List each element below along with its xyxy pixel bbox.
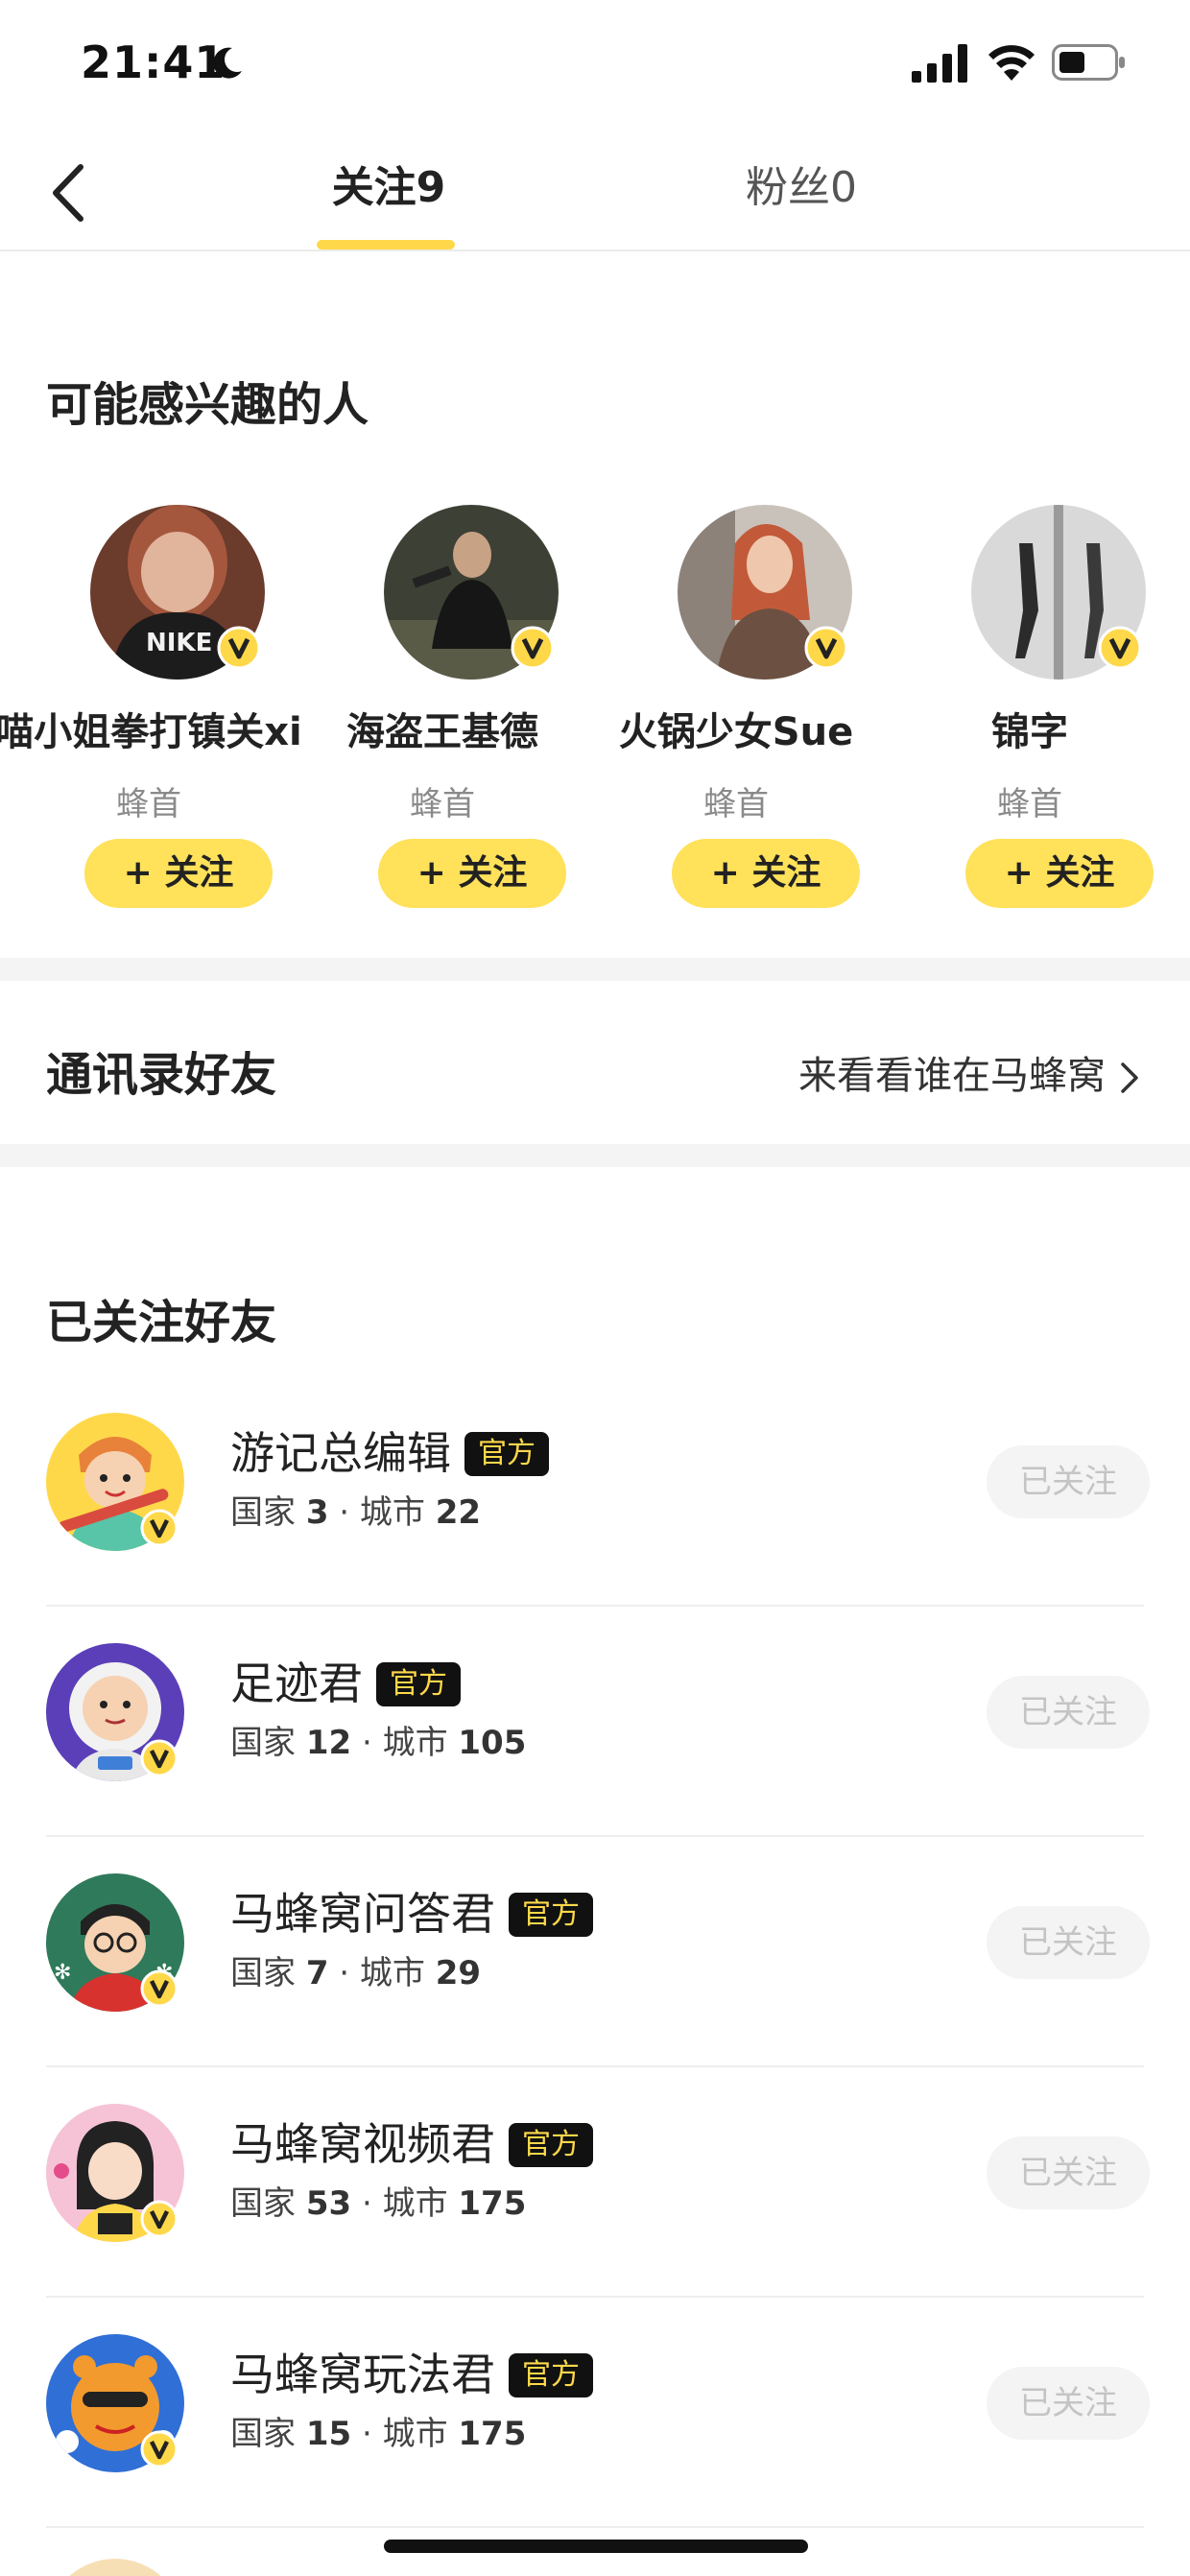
- followed-button[interactable]: 已关注: [987, 1445, 1150, 1518]
- friend-name: 游记总编辑 官方: [230, 1419, 549, 1482]
- friend-stats: 国家 53 · 城市 175: [230, 2177, 526, 2224]
- status-time: 21:41: [81, 36, 226, 88]
- verified-v-icon: [511, 626, 555, 670]
- verified-v-icon: [217, 626, 261, 670]
- official-badge: 官方: [464, 1432, 549, 1476]
- city-label: 城市: [359, 1954, 425, 1992]
- friend-name-text: 马蜂窝视频君: [230, 2118, 495, 2170]
- tab-following[interactable]: 关注9: [317, 150, 461, 227]
- home-indicator[interactable]: [384, 2540, 808, 2553]
- friend-stats: 国家 3 · 城市 22: [230, 1486, 481, 1533]
- suggestions-title: 可能感兴趣的人: [46, 378, 369, 432]
- stats-separator: ·: [339, 1493, 350, 1532]
- country-label: 国家: [230, 1724, 296, 1762]
- friend-stats: 国家 7 · 城市 29: [230, 1946, 481, 1993]
- followed-title: 已关注好友: [46, 1296, 277, 1349]
- country-count: 7: [305, 1954, 329, 1992]
- followed-button[interactable]: 已关注: [987, 2367, 1150, 2440]
- friend-row[interactable]: ✻ ✻ 马蜂窝问答君官方 国家 7 · 城市 29 已关注: [46, 1837, 1150, 2067]
- friend-row[interactable]: 马蜂窝视频君 官方 国家 53 · 城市 175 已关注: [46, 2067, 1150, 2298]
- friend-name-text: 游记总编辑: [230, 1427, 451, 1479]
- contacts-link-label: 来看看谁在马蜂窝: [798, 1054, 1106, 1098]
- country-label: 国家: [230, 1493, 296, 1532]
- friend-name-text: 足迹君: [230, 1658, 363, 1709]
- country-label: 国家: [230, 1954, 296, 1992]
- wifi-icon: [988, 45, 1035, 81]
- official-badge: 官方: [509, 2123, 593, 2167]
- avatar[interactable]: [46, 2559, 184, 2576]
- verified-v-icon: [140, 1739, 178, 1777]
- friend-name: 马蜂窝问答君 官方: [230, 1879, 593, 1943]
- city-count: 175: [458, 2184, 527, 2223]
- country-label: 国家: [230, 2184, 296, 2223]
- chevron-right-icon: [1121, 1062, 1138, 1093]
- country-count: 53: [305, 2184, 352, 2223]
- verified-v-icon: [140, 2200, 178, 2238]
- friend-stats: 国家 12 · 城市 105: [230, 1716, 526, 1763]
- followed-button[interactable]: 已关注: [987, 1906, 1150, 1979]
- stats-separator: ·: [361, 2415, 372, 2453]
- official-badge: 官方: [509, 1893, 593, 1937]
- follow-button[interactable]: + 关注: [378, 839, 566, 908]
- verified-v-icon: [140, 2430, 178, 2469]
- moon-icon: [213, 47, 242, 79]
- country-label: 国家: [230, 2415, 296, 2453]
- svg-text:✻: ✻: [54, 1961, 71, 1985]
- official-badge: 官方: [509, 2353, 593, 2397]
- city-label: 城市: [382, 2184, 448, 2223]
- country-count: 3: [305, 1493, 329, 1532]
- suggestion-name: 锦字: [991, 710, 1068, 754]
- city-count: 22: [435, 1493, 482, 1532]
- verified-v-icon: [804, 626, 848, 670]
- city-label: 城市: [382, 1724, 448, 1762]
- friend-row[interactable]: 游记总编辑 官方 国家 3 · 城市 22 已关注: [46, 1376, 1150, 1607]
- follow-button[interactable]: + 关注: [84, 839, 273, 908]
- friend-name: 马蜂窝视频君 官方: [230, 2110, 593, 2173]
- friend-row[interactable]: 足迹君 官方 国家 12 · 城市 105 已关注: [46, 1607, 1150, 1837]
- suggestion-card[interactable]: 火锅少女Sue 蜂首 + 关注: [587, 505, 885, 918]
- tab-fans[interactable]: 粉丝0: [729, 150, 873, 227]
- city-count: 105: [458, 1724, 527, 1762]
- cellular-signal-icon: [912, 44, 967, 83]
- verified-v-icon: [140, 1969, 178, 2008]
- official-badge: 官方: [376, 1662, 461, 1706]
- suggestion-card[interactable]: 海盗王基德 蜂首 + 关注: [294, 505, 591, 918]
- top-nav: 关注9 粉丝0: [0, 134, 1190, 251]
- section-divider: [0, 1144, 1190, 1167]
- active-tab-indicator: [317, 240, 455, 250]
- back-arrow-icon[interactable]: [46, 159, 94, 227]
- verified-v-icon: [1098, 626, 1142, 670]
- svg-text:NIKE: NIKE: [146, 629, 212, 657]
- stats-separator: ·: [339, 1954, 350, 1992]
- country-count: 15: [305, 2415, 352, 2453]
- friend-name: 足迹君 官方: [230, 1649, 461, 1712]
- contacts-link[interactable]: 来看看谁在马蜂窝: [798, 1044, 1140, 1100]
- city-count: 29: [435, 1954, 482, 1992]
- city-label: 城市: [382, 2415, 448, 2453]
- suggestion-card[interactable]: NIKE 喵小姐拳打镇关xi 蜂首 + 关注: [0, 505, 302, 918]
- followed-button[interactable]: 已关注: [987, 2136, 1150, 2209]
- status-bar: 21:41: [0, 0, 1190, 125]
- suggestion-role: 蜂首: [997, 785, 1062, 823]
- follow-button[interactable]: + 关注: [672, 839, 860, 908]
- friend-stats: 国家 15 · 城市 175: [230, 2407, 526, 2454]
- followed-button[interactable]: 已关注: [987, 1676, 1150, 1749]
- battery-icon: [1052, 44, 1125, 81]
- friend-name-text: 马蜂窝问答君: [230, 1888, 495, 1940]
- city-label: 城市: [359, 1493, 425, 1532]
- suggestion-card[interactable]: 锦字 蜂首 + 关注: [881, 505, 1178, 918]
- friend-name: 马蜂窝玩法君 官方: [230, 2340, 593, 2403]
- section-divider: [0, 958, 1190, 981]
- contacts-title: 通讯录好友: [46, 1048, 277, 1102]
- stats-separator: ·: [361, 1724, 372, 1762]
- country-count: 12: [305, 1724, 352, 1762]
- friend-row[interactable]: 马蜂窝玩法君 官方 国家 15 · 城市 175 已关注: [46, 2298, 1150, 2528]
- follow-button[interactable]: + 关注: [965, 839, 1154, 908]
- city-count: 175: [458, 2415, 527, 2453]
- verified-v-icon: [140, 1509, 178, 1547]
- stats-separator: ·: [361, 2184, 372, 2223]
- friend-name-text: 马蜂窝玩法君: [230, 2349, 495, 2400]
